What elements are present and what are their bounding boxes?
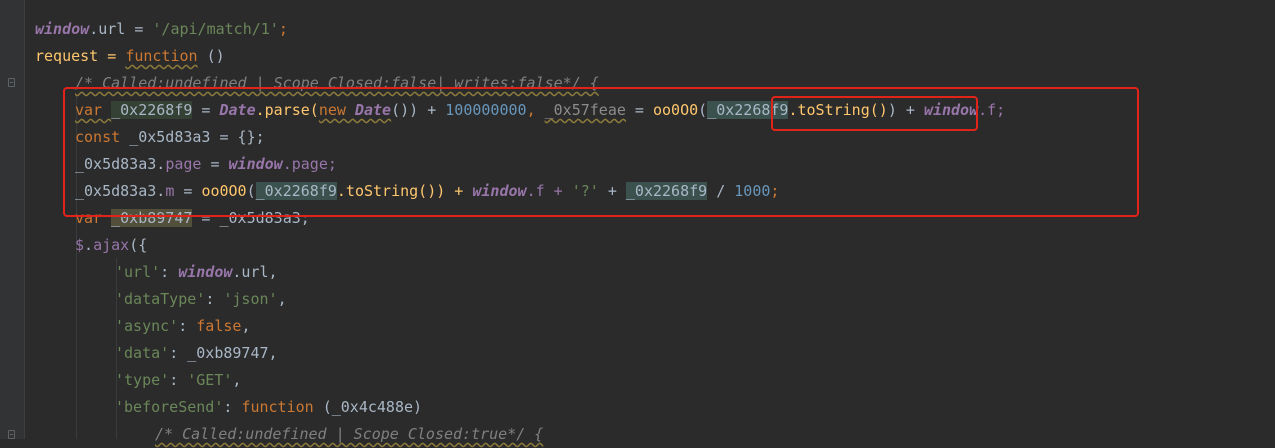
code-line: 'beforeSend': function (_0x4c488e)	[115, 398, 423, 416]
fold-marker-icon[interactable]	[8, 430, 15, 439]
fold-marker-icon[interactable]	[8, 78, 15, 87]
code-line: 'url': window.url,	[115, 263, 278, 281]
code-line: 'type': 'GET',	[115, 371, 242, 389]
code-line: request = function ()	[35, 47, 225, 65]
code-comment-line: /* Called:undefined | Scope Closed:true*…	[155, 425, 544, 443]
code-line: 'dataType': 'json',	[115, 290, 287, 308]
editor-gutter	[0, 0, 25, 439]
code-line: window.url = '/api/match/1';	[35, 20, 288, 38]
code-line: $.ajax({	[75, 236, 148, 254]
code-line: 'data': _0xb89747,	[115, 344, 278, 362]
code-editor[interactable]: window.url = '/api/match/1'; request = f…	[0, 0, 1275, 443]
annotation-box-inner	[771, 96, 978, 131]
code-line: 'async': false,	[115, 317, 251, 335]
